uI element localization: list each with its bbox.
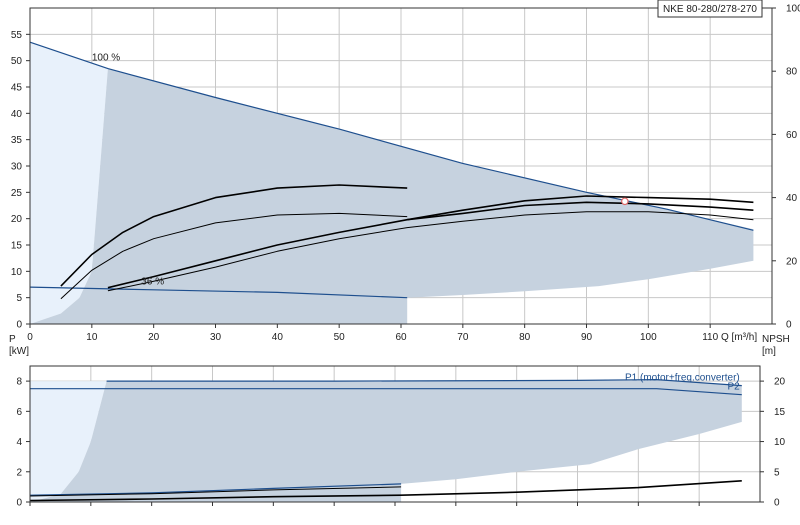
pump-curve-chart: 0510152025303540455055020406080100H[m]et… xyxy=(0,0,800,520)
x-tick-label: 10 xyxy=(86,332,98,343)
y-right-tick-label: 15 xyxy=(774,407,786,418)
head-efficiency-chart: 0510152025303540455055020406080100H[m]et… xyxy=(11,0,800,343)
y-right-tick-label: 20 xyxy=(786,256,798,267)
model-label: NKE 80-280/278-270 xyxy=(663,4,757,15)
y-left-tick-label: 0 xyxy=(16,498,22,509)
y-left-tick-label: 20 xyxy=(11,214,23,225)
y-right-tick-label: 10 xyxy=(774,437,786,448)
y-left-tick-label: 40 xyxy=(11,109,23,120)
y-left-tick-label: 2 xyxy=(16,467,22,478)
y-left-tick-label: 10 xyxy=(11,267,23,278)
y-left-tick-label: 5 xyxy=(16,293,22,304)
y-right-tick-label: 80 xyxy=(786,67,798,78)
x-tick-label: 40 xyxy=(272,332,284,343)
y-right-tick-label: 100 xyxy=(786,4,800,15)
x-tick-label: 30 xyxy=(210,332,222,343)
y-right-axis-title: NPSH xyxy=(762,334,790,345)
y-right-tick-label: 20 xyxy=(774,377,786,388)
operating-point xyxy=(621,197,629,206)
x-tick-label: 100 xyxy=(640,332,657,343)
y-left-tick-label: 35 xyxy=(11,135,23,146)
y-left-tick-label: 6 xyxy=(16,407,22,418)
y-left-tick-label: 55 xyxy=(11,30,23,41)
y-left-tick-label: 50 xyxy=(11,56,23,67)
curve-annotation: 100 % xyxy=(92,53,120,64)
curve-annotation: 36 % xyxy=(141,277,164,288)
power-npsh-chart: P1 (motor+freq.converter)P20246805101520… xyxy=(9,334,790,509)
y-right-tick-label: 0 xyxy=(786,320,792,331)
y-right-tick-label: 0 xyxy=(774,498,780,509)
y-left-tick-label: 4 xyxy=(16,437,22,448)
y-left-tick-label: 8 xyxy=(16,377,22,388)
x-tick-label: 20 xyxy=(148,332,160,343)
y-right-tick-label: 5 xyxy=(774,467,780,478)
y-left-tick-label: 15 xyxy=(11,241,23,252)
y-left-tick-label: 30 xyxy=(11,162,23,173)
x-tick-label: 90 xyxy=(581,332,593,343)
x-tick-label: 80 xyxy=(519,332,531,343)
y-left-axis-unit: [kW] xyxy=(9,346,29,357)
x-tick-label: 0 xyxy=(27,332,33,343)
y-right-axis-unit: [m] xyxy=(762,346,776,357)
chart-svg: 0510152025303540455055020406080100H[m]et… xyxy=(9,0,800,509)
x-tick-label: 50 xyxy=(334,332,346,343)
series-label-0: P1 (motor+freq.converter) xyxy=(625,373,740,384)
y-right-tick-label: 40 xyxy=(786,193,798,204)
x-tick-label: 60 xyxy=(395,332,407,343)
series-label-1: P2 xyxy=(728,382,741,393)
x-tick-label: 70 xyxy=(457,332,469,343)
y-left-tick-label: 0 xyxy=(16,320,22,331)
y-left-tick-label: 25 xyxy=(11,188,23,199)
y-left-axis-title: P xyxy=(9,334,16,345)
y-right-tick-label: 60 xyxy=(786,130,798,141)
y-left-tick-label: 45 xyxy=(11,83,23,94)
x-axis-title: Q [m³/h] xyxy=(721,332,757,343)
x-tick-label: 110 xyxy=(702,332,718,343)
